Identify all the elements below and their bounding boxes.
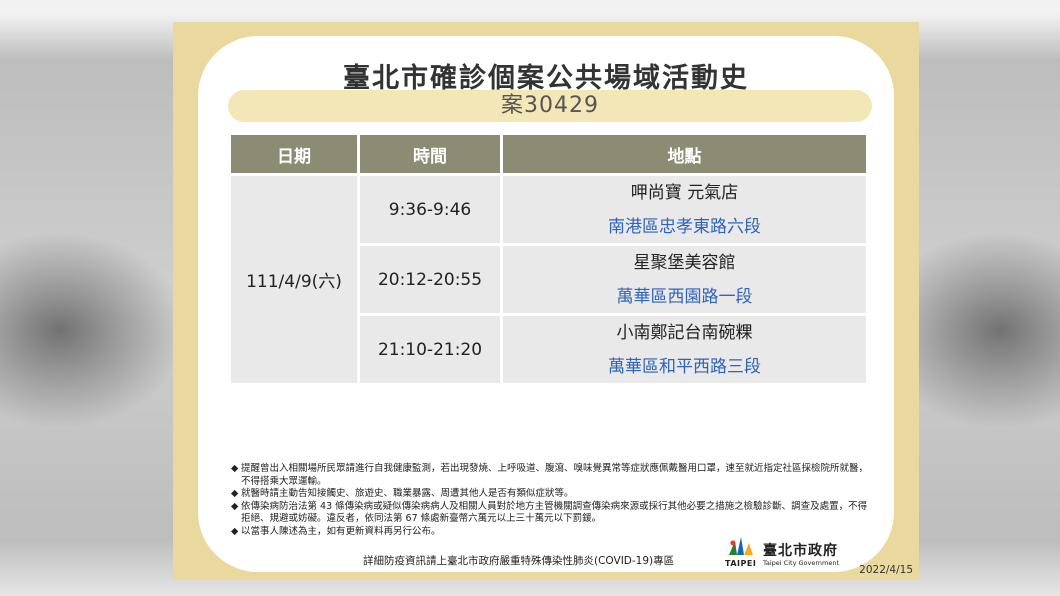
bullet-diamond-icon: ◆ bbox=[231, 525, 239, 537]
header-date: 日期 bbox=[231, 135, 357, 173]
logo-english-name: Taipei City Government bbox=[763, 559, 840, 567]
taipei-logo-icon bbox=[729, 537, 753, 555]
activity-table: 日期 時間 地點 111/4/9(六) 9:36-9:46 呷尚寶 元氣店 南港… bbox=[228, 132, 869, 386]
location-cell: 小南鄭記台南碗粿 萬華區和平西路三段 bbox=[503, 316, 866, 383]
table-header-row: 日期 時間 地點 bbox=[231, 135, 866, 173]
covid-info-footer: 詳細防疫資訊請上臺北市政府嚴重特殊傳染性肺炎(COVID-19)專區 bbox=[363, 555, 675, 567]
time-cell: 21:10-21:20 bbox=[360, 316, 500, 383]
place-address: 萬華區西園路一段 bbox=[616, 286, 753, 307]
logo-city-name: 臺北市政府 bbox=[763, 543, 838, 559]
bullet-diamond-icon: ◆ bbox=[231, 488, 239, 499]
bullet-diamond-icon: ◆ bbox=[231, 500, 239, 512]
header-location: 地點 bbox=[503, 135, 866, 173]
place-name: 小南鄭記台南碗粿 bbox=[616, 322, 753, 343]
taipei-city-logo: TAIPEI 臺北市政府 Taipei City Government bbox=[725, 535, 865, 571]
announcement-card: 臺北市確診個案公共場域活動史 案30429 日期 時間 地點 111/4/9(六… bbox=[173, 22, 919, 580]
date-cell: 111/4/9(六) bbox=[231, 176, 357, 383]
case-number-bar: 案30429 bbox=[228, 90, 872, 122]
logo-wordmark: TAIPEI bbox=[725, 559, 757, 568]
place-name: 呷尚寶 元氣店 bbox=[630, 182, 739, 203]
content-panel: 臺北市確診個案公共場域活動史 案30429 日期 時間 地點 111/4/9(六… bbox=[198, 36, 894, 572]
location-cell: 呷尚寶 元氣店 南港區忠孝東路六段 bbox=[503, 176, 866, 243]
place-address: 萬華區和平西路三段 bbox=[608, 356, 761, 377]
note-item: ◆ 依傳染病防治法第 43 條傳染病或疑似傳染病病人及相關人員對於地方主管機關調查… bbox=[231, 500, 868, 525]
notes-list: ◆ 提醒曾出入相關場所民眾請進行自我健康監測，若出現發燒、上呼吸道、腹瀉、嗅味覺異… bbox=[231, 463, 871, 538]
place-name: 星聚堡美容館 bbox=[633, 252, 736, 273]
place-address: 南港區忠孝東路六段 bbox=[608, 216, 761, 237]
publish-date: 2022/4/15 bbox=[859, 564, 913, 576]
table-row: 111/4/9(六) 9:36-9:46 呷尚寶 元氣店 南港區忠孝東路六段 bbox=[231, 176, 866, 383]
location-cell: 星聚堡美容館 萬華區西園路一段 bbox=[503, 246, 866, 313]
time-cell: 9:36-9:46 bbox=[360, 176, 500, 243]
note-item: ◆ 提醒曾出入相關場所民眾請進行自我健康監測，若出現發燒、上呼吸道、腹瀉、嗅味覺異… bbox=[231, 463, 869, 487]
header-time: 時間 bbox=[360, 135, 500, 173]
time-cell: 20:12-20:55 bbox=[360, 246, 500, 313]
note-item: ◆ 就醫時請主動告知接觸史、旅遊史、職業暴露、周遭其他人是否有類似症狀等。 bbox=[231, 488, 574, 499]
bullet-diamond-icon: ◆ bbox=[231, 463, 239, 474]
